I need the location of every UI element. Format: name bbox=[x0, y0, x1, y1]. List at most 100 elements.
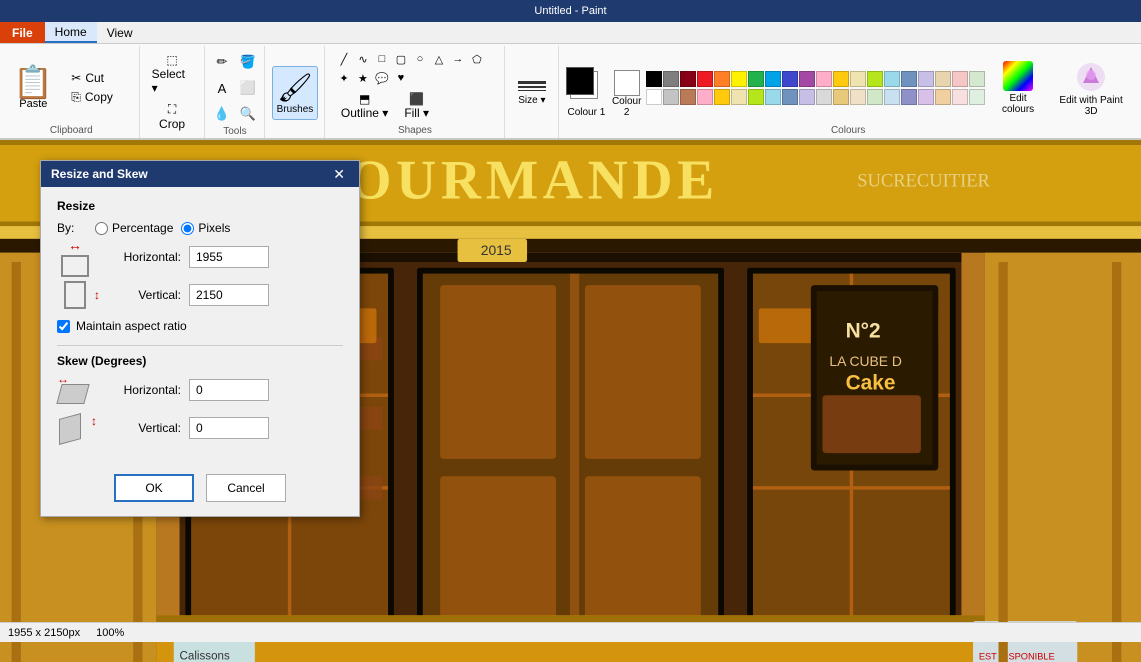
swatch-green[interactable] bbox=[748, 71, 764, 87]
outline-button[interactable]: ⬒ Outline ▾ bbox=[335, 89, 394, 123]
tools-grid: ✏ 🪣 A ⬜ 💧 🔍 bbox=[210, 50, 260, 126]
swatch-wheat[interactable] bbox=[850, 89, 866, 105]
swatch-moccasin[interactable] bbox=[935, 89, 951, 105]
percentage-radio[interactable]: Percentage bbox=[95, 221, 173, 235]
cancel-button[interactable]: Cancel bbox=[206, 474, 286, 502]
paste-icon: 📋 bbox=[13, 66, 53, 98]
brushes-button[interactable]: 🖌 Brushes bbox=[272, 66, 319, 120]
swatch-orange[interactable] bbox=[714, 71, 730, 87]
swatch-periwinkle[interactable] bbox=[799, 89, 815, 105]
shape-polygon[interactable]: ⬠ bbox=[468, 50, 486, 68]
shape-roundrect[interactable]: ▢ bbox=[392, 50, 410, 68]
canvas-area[interactable]: URE GOURMANDE SUCRECUITIER bbox=[0, 140, 1141, 662]
edit-paint3d-button[interactable]: Edit with Paint 3D bbox=[1051, 55, 1131, 121]
shape-curve[interactable]: ∿ bbox=[354, 50, 372, 68]
skew-h-icon: ↔ bbox=[57, 376, 93, 404]
svg-text:Cake: Cake bbox=[846, 371, 896, 394]
swatch-silver[interactable] bbox=[816, 89, 832, 105]
swatch-mintcream[interactable] bbox=[969, 89, 985, 105]
swatch-blue[interactable] bbox=[782, 71, 798, 87]
vertical-skew-input[interactable] bbox=[189, 417, 269, 439]
shape-rect[interactable]: □ bbox=[373, 50, 391, 68]
swatch-pink2[interactable] bbox=[697, 89, 713, 105]
maintain-aspect-label[interactable]: Maintain aspect ratio bbox=[76, 319, 187, 333]
swatch-yellowgreen[interactable] bbox=[748, 89, 764, 105]
pixels-radio[interactable]: Pixels bbox=[181, 221, 230, 235]
swatch-lavender[interactable] bbox=[918, 71, 934, 87]
ok-button[interactable]: OK bbox=[114, 474, 194, 502]
percentage-radio-input[interactable] bbox=[95, 222, 108, 235]
crop-button[interactable]: ⛶ Crop bbox=[146, 99, 199, 134]
swatch-steelblue[interactable] bbox=[901, 71, 917, 87]
swatch-lightgray[interactable] bbox=[663, 89, 679, 105]
swatch-honeydew[interactable] bbox=[867, 89, 883, 105]
shape-heart[interactable]: ♥ bbox=[392, 69, 410, 87]
swatch-tan[interactable] bbox=[935, 71, 951, 87]
eraser-tool[interactable]: ⬜ bbox=[236, 76, 260, 100]
svg-text:Calissons: Calissons bbox=[180, 650, 230, 662]
dialog-close-button[interactable]: ✕ bbox=[329, 167, 349, 181]
color-picker-tool[interactable]: 💧 bbox=[210, 102, 234, 126]
select-button[interactable]: ⬚ Select ▾ bbox=[146, 50, 199, 98]
swatch-white[interactable] bbox=[646, 89, 662, 105]
pixels-radio-input[interactable] bbox=[181, 222, 194, 235]
swatch-lightyellow[interactable] bbox=[850, 71, 866, 87]
swatch-aliceblue[interactable] bbox=[884, 89, 900, 105]
swatch-cornflower[interactable] bbox=[901, 89, 917, 105]
pencil-tool[interactable]: ✏ bbox=[210, 50, 234, 74]
swatch-brown[interactable] bbox=[680, 89, 696, 105]
swatch-lime[interactable] bbox=[867, 71, 883, 87]
swatch-yellow[interactable] bbox=[731, 71, 747, 87]
swatch-skyblue[interactable] bbox=[884, 71, 900, 87]
swatch-gold[interactable] bbox=[833, 71, 849, 87]
resize-skew-dialog: Resize and Skew ✕ Resize By: Percentage … bbox=[40, 160, 360, 517]
fill-icon: ⬛ bbox=[409, 92, 424, 106]
shape-options: ⬒ Outline ▾ ⬛ Fill ▾ bbox=[335, 89, 435, 123]
edit-colours-icon bbox=[1003, 61, 1033, 91]
shape-callout[interactable]: 💬 bbox=[373, 69, 391, 87]
cut-button[interactable]: ✂ Cut bbox=[67, 69, 137, 87]
menu-home[interactable]: Home bbox=[45, 22, 97, 43]
horizontal-skew-input[interactable] bbox=[189, 379, 269, 401]
fill-tool[interactable]: 🪣 bbox=[236, 50, 260, 74]
paste-button[interactable]: 📋 Paste bbox=[5, 62, 61, 114]
swatch-red[interactable] bbox=[697, 71, 713, 87]
swatch-mistyrose[interactable] bbox=[952, 89, 968, 105]
maintain-aspect-checkbox[interactable] bbox=[57, 320, 70, 333]
swatch-cream[interactable] bbox=[731, 89, 747, 105]
colour2-button[interactable]: Colour 2 bbox=[611, 55, 642, 120]
magnifier-tool[interactable]: 🔍 bbox=[236, 102, 260, 126]
shape-arrow[interactable]: → bbox=[449, 50, 467, 68]
swatch-paleblue[interactable] bbox=[765, 89, 781, 105]
menu-file[interactable]: File bbox=[0, 22, 45, 43]
swatch-slateblue[interactable] bbox=[782, 89, 798, 105]
edit-colours-button[interactable]: Edit colours bbox=[989, 57, 1047, 119]
menu-view[interactable]: View bbox=[97, 22, 143, 43]
swatch-thistle[interactable] bbox=[918, 89, 934, 105]
vertical-resize-input[interactable] bbox=[189, 284, 269, 306]
copy-button[interactable]: ⎘ Copy bbox=[67, 88, 137, 107]
horizontal-resize-input[interactable] bbox=[189, 246, 269, 268]
colour1-swatch-container[interactable]: Colour 1 bbox=[565, 55, 607, 120]
vertical-resize-row: ↕ Vertical: bbox=[57, 281, 343, 309]
swatch-khaki[interactable] bbox=[833, 89, 849, 105]
swatch-lightblue[interactable] bbox=[765, 71, 781, 87]
shape-triangle[interactable]: △ bbox=[430, 50, 448, 68]
shape-star5[interactable]: ★ bbox=[354, 69, 372, 87]
shape-line[interactable]: ╱ bbox=[335, 50, 353, 68]
swatch-gray[interactable] bbox=[663, 71, 679, 87]
swatch-black[interactable] bbox=[646, 71, 662, 87]
swatch-purple[interactable] bbox=[799, 71, 815, 87]
horizontal-resize-label: Horizontal: bbox=[101, 250, 181, 264]
shape-star4[interactable]: ✦ bbox=[335, 69, 353, 87]
swatch-lightgreen[interactable] bbox=[969, 71, 985, 87]
text-tool[interactable]: A bbox=[210, 76, 234, 100]
shape-ellipse[interactable]: ○ bbox=[411, 50, 429, 68]
size-button[interactable]: Size ▾ bbox=[510, 77, 554, 110]
swatch-pink[interactable] bbox=[816, 71, 832, 87]
swatch-lightpink[interactable] bbox=[952, 71, 968, 87]
fill-button[interactable]: ⬛ Fill ▾ bbox=[398, 89, 435, 123]
swatch-darkred[interactable] bbox=[680, 71, 696, 87]
crop-icon: ⛶ bbox=[168, 102, 176, 117]
swatch-gold2[interactable] bbox=[714, 89, 730, 105]
